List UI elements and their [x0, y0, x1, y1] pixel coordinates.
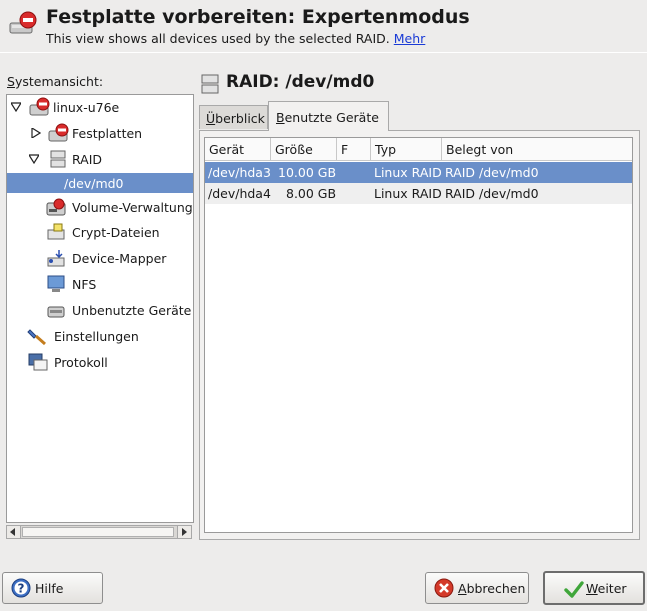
tree-item-label: Einstellungen: [54, 329, 139, 344]
column-header-belegt-von[interactable]: Belegt von: [442, 138, 632, 161]
tree-item-label: Protokoll: [54, 355, 108, 370]
cell-size: 8.00 GB: [286, 186, 337, 201]
raid-title: RAID: /dev/md0: [226, 72, 375, 92]
column-header-groesse[interactable]: Größe: [271, 138, 337, 161]
cell-used-by: RAID /dev/md0: [445, 186, 539, 201]
page-title: Festplatte vorbereiten: Expertenmodus: [46, 6, 470, 28]
scroll-right-button[interactable]: [177, 526, 191, 538]
column-header-f[interactable]: F: [337, 138, 371, 161]
tree-item-label: /dev/md0: [64, 176, 124, 191]
system-view-label: Systemansicht:: [7, 74, 104, 89]
nfs-icon: [47, 275, 65, 292]
tree-item-unbenutzte-geraete[interactable]: Unbenutzte Geräte: [7, 299, 193, 321]
help-label: Hilfe: [35, 581, 64, 596]
scroll-left-button[interactable]: [7, 526, 21, 538]
tab-label: Überblick: [206, 111, 265, 126]
cell-type: Linux RAID: [374, 186, 442, 201]
log-icon: [28, 353, 48, 371]
settings-icon: [27, 329, 46, 346]
device-mapper-icon: [47, 250, 65, 267]
cell-type: Linux RAID: [374, 165, 442, 180]
tree-item-label: linux-u76e: [53, 100, 120, 115]
tree-item-label: Festplatten: [72, 126, 143, 141]
raid-icon: [201, 74, 219, 94]
table-row[interactable]: /dev/hda4 8.00 GB Linux RAID RAID /dev/m…: [205, 183, 632, 204]
table-row[interactable]: /dev/hda3 10.00 GB Linux RAID RAID /dev/…: [205, 162, 632, 183]
tree-item-label: RAID: [72, 152, 103, 167]
subtitle-text: This view shows all devices used by the …: [46, 31, 390, 46]
svg-text:?: ?: [18, 582, 25, 596]
tree-horizontal-scrollbar[interactable]: [6, 525, 192, 539]
help-icon: ?: [11, 578, 31, 598]
raid-icon: [50, 150, 66, 168]
devices-table[interactable]: Gerät Größe F Typ Belegt von /dev/hda3 1…: [204, 137, 633, 533]
scrollbar-thumb[interactable]: [22, 527, 174, 537]
arrow-left-icon: [10, 528, 15, 536]
next-label: Weiter: [586, 581, 627, 596]
tree-item-einstellungen[interactable]: Einstellungen: [7, 325, 193, 347]
crypt-icon: [47, 223, 65, 240]
tab-ueberblick[interactable]: Überblick: [199, 105, 268, 129]
cell-device: /dev/hda3: [208, 165, 271, 180]
expanded-arrow-icon[interactable]: [29, 154, 39, 164]
tree-item-raid[interactable]: RAID: [7, 148, 193, 170]
cancel-button[interactable]: Abbrechen: [425, 572, 529, 604]
tab-label: Benutzte Geräte: [276, 110, 379, 125]
tree-item-label: Crypt-Dateien: [72, 225, 160, 240]
tab-benutzte-geraete[interactable]: Benutzte Geräte: [268, 101, 389, 131]
tree-item-label: Unbenutzte Geräte: [72, 303, 192, 318]
tree-item-label: Volume-Verwaltung: [72, 200, 193, 215]
more-link[interactable]: Mehr: [394, 31, 426, 46]
tree-item-volume-verwaltung[interactable]: Volume-Verwaltung: [7, 196, 193, 218]
arrow-right-icon: [182, 528, 187, 536]
tree-item-festplatten[interactable]: Festplatten: [7, 122, 193, 144]
cell-used-by: RAID /dev/md0: [445, 165, 539, 180]
tree-item-dev-md0[interactable]: /dev/md0: [7, 173, 193, 193]
tree-item-nfs[interactable]: NFS: [7, 273, 193, 295]
unused-devices-icon: [47, 306, 65, 318]
volume-icon: [46, 198, 66, 216]
computer-disk-icon: [29, 97, 50, 116]
next-button[interactable]: Weiter: [543, 571, 645, 605]
page-subtitle: This view shows all devices used by the …: [46, 31, 425, 46]
system-view-tree[interactable]: linux-u76e Festplatten RAID /dev/md0 Vol…: [6, 94, 194, 523]
tree-item-crypt-dateien[interactable]: Crypt-Dateien: [7, 221, 193, 243]
cell-size: 10.00 GB: [278, 165, 337, 180]
checkmark-icon: [564, 581, 584, 598]
column-header-geraet[interactable]: Gerät: [205, 138, 271, 161]
cancel-label: Abbrechen: [458, 581, 526, 596]
cell-device: /dev/hda4: [208, 186, 271, 201]
hard-disk-icon: [48, 123, 69, 142]
tree-item-protokoll[interactable]: Protokoll: [7, 351, 193, 373]
expanded-arrow-icon[interactable]: [11, 102, 21, 112]
tree-item-linux-u76e[interactable]: linux-u76e: [7, 96, 193, 118]
tree-item-label: Device-Mapper: [72, 251, 167, 266]
tree-item-label: NFS: [72, 277, 97, 292]
help-button[interactable]: ? Hilfe: [2, 572, 103, 604]
cancel-icon: [434, 578, 454, 598]
header-divider: [0, 52, 647, 53]
collapsed-arrow-icon[interactable]: [31, 128, 41, 138]
column-header-typ[interactable]: Typ: [371, 138, 442, 161]
disk-settings-icon: [9, 11, 37, 34]
tree-item-device-mapper[interactable]: Device-Mapper: [7, 247, 193, 269]
